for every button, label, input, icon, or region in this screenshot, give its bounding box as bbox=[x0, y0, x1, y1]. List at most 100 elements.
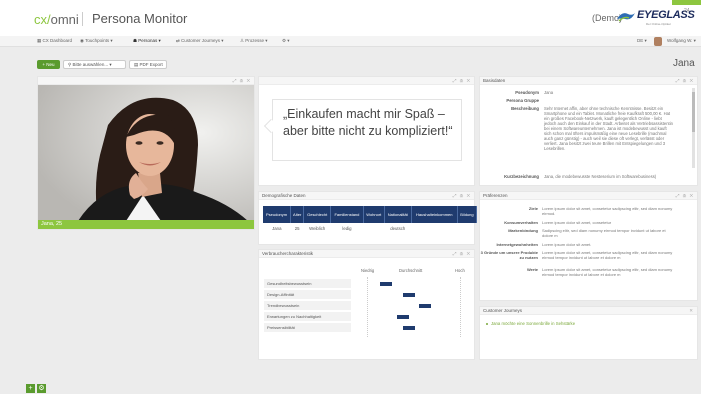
verhalten-rating-bar[interactable] bbox=[403, 293, 416, 297]
panel-header: Basisdaten ⤢ ⚙ ✕ bbox=[480, 77, 697, 85]
logo-brand: cx/ bbox=[34, 12, 51, 27]
brand-tagline: Der Online-Optiker bbox=[646, 22, 672, 26]
scrollbar-thumb[interactable] bbox=[692, 92, 695, 132]
field-label: Werte bbox=[526, 267, 538, 272]
scale-high-label: Hoch bbox=[455, 268, 465, 273]
praeferenzen-panel: Präferenzen ⤢ ⚙ ✕ Ziele Lorem ipsum dolor… bbox=[479, 191, 698, 301]
verhalten-row-label: Trendbewusstsein bbox=[264, 301, 351, 311]
nav-label: Prozesse ▾ bbox=[245, 38, 268, 43]
basisdaten-scrollbar[interactable] bbox=[692, 88, 695, 168]
panel-header: ⤢ ⚙ ✕ bbox=[259, 77, 474, 85]
persona-photo-panel: ⤢ ⚙ ✕ Jana, 25 bbox=[37, 76, 255, 230]
field-value: Lorem ipsum dolor sit amet, consetetur bbox=[542, 220, 612, 225]
nav-label: Personas ▾ bbox=[138, 38, 161, 43]
verhalten-rating-bar[interactable] bbox=[403, 326, 416, 330]
field-value: Lorem ipsum dolor sit amet. bbox=[542, 242, 592, 247]
customer-journeys-panel: Customer Journeys ✕ Jana möchte eine Sonn… bbox=[479, 306, 698, 360]
column-header: Wohnort bbox=[363, 206, 385, 223]
panel-header: Präferenzen ⤢ ⚙ ✕ bbox=[480, 192, 697, 200]
column-header: Familienstand bbox=[330, 206, 364, 223]
header-divider bbox=[82, 12, 83, 26]
nav-settings[interactable]: ⚙ ▾ bbox=[282, 38, 290, 44]
panel-tools[interactable]: ⤢ ⚙ ✕ bbox=[233, 77, 251, 85]
nav-customer-journeys[interactable]: ⇄ Customer Journeys ▾ bbox=[176, 38, 224, 44]
nav-personas[interactable]: ☗ Personas ▾ bbox=[133, 38, 161, 44]
nav-cx-dashboard[interactable]: ▦ CX Dashboard bbox=[37, 38, 72, 44]
verhalten-rating-bar[interactable] bbox=[379, 282, 392, 286]
scale-mid-label: Durchschnitt bbox=[399, 268, 423, 273]
panel-header: ⤢ ⚙ ✕ bbox=[38, 77, 254, 85]
brand-superscript: 24 bbox=[684, 8, 690, 14]
table-cell: Jana bbox=[272, 226, 282, 231]
verhalten-rating-bar[interactable] bbox=[419, 304, 432, 308]
field-label: Persona Gruppe bbox=[506, 98, 539, 103]
basisdaten-panel: Basisdaten ⤢ ⚙ ✕ Pseudonym Jana Persona G… bbox=[479, 76, 698, 186]
verbraucher-panel: Verbrauchercharakteristik ⤢ ⚙ ✕ Niedrig D… bbox=[258, 249, 475, 360]
persona-name-heading: Jana bbox=[673, 58, 695, 69]
field-value: Lorem ipsum dolor sit amet, consetetur s… bbox=[542, 250, 673, 260]
panel-tools[interactable]: ⤢ ⚙ ✕ bbox=[453, 192, 471, 200]
column-header: Pseudonym bbox=[263, 206, 292, 223]
nav-label: CX Dashboard bbox=[42, 38, 73, 43]
eyeglass-brand-icon bbox=[617, 13, 635, 22]
new-button[interactable]: + Neu bbox=[37, 60, 60, 69]
demografische-daten-panel: Demografische Daten ⤢ ⚙ ✕ Pseudonym Alter… bbox=[258, 191, 478, 245]
panel-tools[interactable]: ⤢ ⚙ ✕ bbox=[453, 77, 471, 85]
verhalten-row-label: Erwartungen zu Nachhaltigkeit bbox=[264, 312, 351, 322]
nav-touchpoints[interactable]: ◉ Touchpoints ▾ bbox=[80, 38, 113, 44]
column-header: Geschlecht bbox=[303, 206, 332, 223]
field-value: Sehr Internet affin, aber ohne technisch… bbox=[544, 106, 673, 151]
table-cell: 25 bbox=[294, 226, 300, 231]
table-cell bbox=[363, 223, 384, 234]
user-menu[interactable]: Wolfgang W. ▾ bbox=[667, 38, 696, 44]
quote-bubble: „Einkaufen macht mir Spaß – aber bitte n… bbox=[272, 99, 462, 161]
language-select[interactable]: DE ▾ bbox=[637, 38, 647, 44]
panel-header: Verbrauchercharakteristik ⤢ ⚙ ✕ bbox=[259, 250, 474, 258]
table-cell bbox=[457, 223, 476, 234]
nav-prozesse[interactable]: ♙ Prozesse ▾ bbox=[240, 38, 268, 44]
settings-button[interactable]: ⚙ bbox=[37, 384, 46, 393]
table-row: Jana 25 Weiblich ledig deutsch bbox=[263, 223, 477, 234]
field-value: Lorem ipsum dolor sit amet, consetetur s… bbox=[542, 206, 673, 216]
field-value: Sadipscing elitr, sed diam nonumy eirmod… bbox=[542, 228, 666, 238]
quote-area: „Einkaufen macht mir Spaß – aber bitte n… bbox=[259, 85, 474, 172]
column-header: Nationalität bbox=[384, 206, 412, 223]
table-header-row: Pseudonym Alter Geschlecht Familienstand… bbox=[263, 206, 478, 223]
gear-icon: ⚙ ▾ bbox=[282, 38, 290, 43]
panel-tools[interactable]: ⤢ ⚙ ✕ bbox=[453, 250, 471, 258]
column-header: Alter bbox=[290, 206, 305, 223]
panel-title: Customer Journeys bbox=[483, 308, 523, 313]
panel-title: Präferenzen bbox=[483, 193, 508, 198]
field-value: Jana bbox=[544, 90, 554, 95]
close-icon[interactable]: ✕ bbox=[689, 307, 694, 315]
persona-quote: „Einkaufen macht mir Spaß – aber bitte n… bbox=[283, 107, 453, 138]
add-widget-button[interactable]: + bbox=[26, 384, 35, 393]
table-cell bbox=[411, 223, 457, 234]
field-label: 3 Gründe um unsere Produkte zu nutzen bbox=[480, 250, 538, 260]
panel-title: Demografische Daten bbox=[262, 193, 306, 198]
cxomni-logo[interactable]: cx/omni bbox=[34, 12, 79, 27]
panel-title: Basisdaten bbox=[483, 78, 506, 83]
persona-photo-caption: Jana, 25 bbox=[38, 220, 254, 229]
journey-link[interactable]: Jana möchte eine Sonnenbrille in Sehstär… bbox=[486, 321, 575, 326]
persona-photo bbox=[38, 85, 254, 221]
persona-select[interactable]: ⚲ Bitte auswählen... ▾ bbox=[63, 60, 126, 69]
persona-quote-panel: ⤢ ⚙ ✕ „Einkaufen macht mir Spaß – aber b… bbox=[258, 76, 475, 186]
field-label: Beschreibung bbox=[511, 106, 539, 111]
verhalten-rating-bar[interactable] bbox=[396, 315, 409, 319]
corner-accent-tab[interactable] bbox=[672, 0, 701, 5]
pdf-export-button[interactable]: ▤ PDF Export bbox=[129, 60, 167, 69]
panel-tools[interactable]: ⤢ ⚙ ✕ bbox=[676, 77, 694, 85]
panel-tools[interactable]: ⤢ ⚙ ✕ bbox=[676, 192, 694, 200]
user-avatar[interactable] bbox=[654, 37, 662, 46]
panel-title: Verbrauchercharakteristik bbox=[262, 251, 314, 256]
scale-low-label: Niedrig bbox=[361, 268, 375, 273]
app-header: cx/omni Persona Monitor (Demo) EYEGLASS … bbox=[0, 0, 701, 36]
app-title: Persona Monitor bbox=[92, 11, 188, 26]
table-cell: ledig bbox=[342, 226, 352, 231]
field-label: Kurzbezeichnung bbox=[504, 174, 539, 179]
field-value: Lorem ipsum dolor sit amet, consetetur s… bbox=[542, 267, 673, 277]
nav-label: Customer Journeys ▾ bbox=[181, 38, 224, 43]
nav-label: Touchpoints ▾ bbox=[85, 38, 113, 43]
verhalten-row-label: Design-Affinität bbox=[264, 290, 351, 300]
